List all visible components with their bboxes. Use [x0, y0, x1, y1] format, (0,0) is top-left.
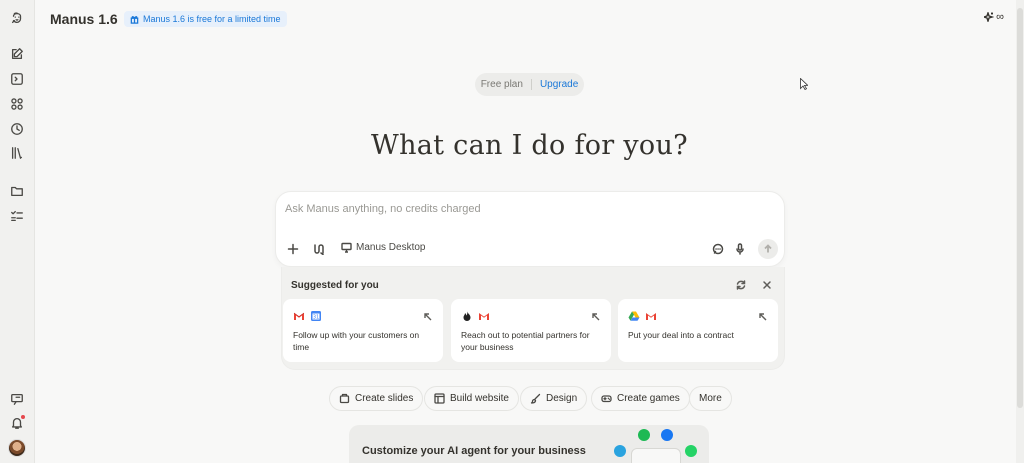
design-label: Design — [546, 393, 578, 404]
slides-icon — [339, 393, 350, 404]
plus-icon — [287, 243, 299, 255]
telegram-icon — [614, 445, 626, 457]
suggestion-card[interactable]: 31 Follow up with your customers on time — [283, 299, 443, 362]
create-slides-label: Create slides — [355, 393, 414, 404]
suggestions-panel: Suggested for you 31 Follow up with your… — [281, 267, 785, 370]
avatar[interactable] — [8, 439, 26, 457]
refresh-icon — [736, 280, 746, 290]
arrow-up-left-icon — [423, 309, 433, 321]
refresh-button[interactable] — [735, 279, 747, 291]
spotify-icon — [638, 429, 650, 441]
manus-desktop-label: Manus Desktop — [356, 242, 426, 253]
plan-pill: Free plan Upgrade — [475, 73, 584, 96]
customize-agent-card[interactable]: Customize your AI agent for your busines… — [349, 425, 709, 463]
composer: Manus Desktop — [275, 191, 785, 267]
send-button[interactable] — [758, 239, 778, 259]
suggestion-text: Follow up with your customers on time — [293, 330, 420, 352]
calendar-icon: 31 — [310, 309, 322, 321]
credits-label: ∞ — [996, 11, 1004, 23]
plan-label: Free plan — [480, 79, 523, 90]
voice-chat-button[interactable] — [712, 243, 724, 255]
gmail-icon — [293, 309, 305, 321]
drive-icon — [628, 309, 640, 321]
gamepad-icon — [601, 395, 612, 403]
whatsapp-icon — [685, 445, 697, 457]
new-task-icon[interactable] — [9, 46, 25, 62]
scrollbar-thumb[interactable] — [1017, 8, 1023, 408]
chat-window-preview — [631, 448, 681, 463]
more-label: More — [699, 393, 722, 404]
website-icon — [434, 393, 445, 404]
upgrade-link[interactable]: Upgrade — [540, 79, 578, 90]
model-name: Manus 1.6 — [50, 11, 118, 27]
notification-dot — [21, 415, 25, 419]
scrollbar[interactable] — [1016, 0, 1024, 463]
flame-icon — [461, 309, 473, 321]
suggestion-card[interactable]: Reach out to potential partners for your… — [451, 299, 611, 362]
suggestions-title: Suggested for you — [291, 280, 379, 291]
arrow-up-icon — [764, 244, 772, 253]
chat-bubble-icon — [712, 243, 724, 255]
divider — [530, 79, 532, 90]
microphone-button[interactable] — [734, 243, 746, 255]
page-title: What can I do for you? — [371, 130, 688, 161]
sparkle-icon — [984, 12, 995, 22]
more-button[interactable]: More — [689, 386, 732, 411]
mouse-cursor-icon — [800, 78, 808, 90]
messenger-icon — [661, 429, 673, 441]
tasks-icon[interactable] — [9, 208, 25, 224]
gmail-icon — [478, 309, 490, 321]
customize-agent-text: Customize your AI agent for your busines… — [362, 445, 586, 457]
suggestion-text: Put your deal into a contract — [628, 330, 734, 340]
create-games-button[interactable]: Create games — [591, 386, 690, 411]
prompt-input[interactable] — [285, 200, 765, 218]
bell-icon[interactable] — [9, 415, 25, 431]
connectors-icon — [314, 244, 324, 255]
brush-icon — [530, 393, 541, 404]
design-button[interactable]: Design — [520, 386, 588, 411]
credits-button[interactable]: ∞ — [984, 11, 1004, 23]
suggestion-text: Reach out to potential partners for your… — [461, 330, 590, 352]
add-button[interactable] — [287, 243, 299, 255]
create-games-label: Create games — [617, 393, 680, 404]
close-icon — [763, 281, 771, 289]
gift-icon — [130, 15, 139, 24]
close-suggestions-button[interactable] — [761, 279, 773, 291]
microphone-icon — [736, 243, 744, 255]
svg-text:31: 31 — [313, 315, 319, 321]
apps-icon[interactable] — [9, 96, 25, 112]
create-slides-button[interactable]: Create slides — [329, 386, 424, 411]
feedback-icon[interactable] — [9, 391, 25, 407]
gmail-icon — [645, 309, 657, 321]
model-picker[interactable]: Manus 1.6 — [50, 10, 133, 28]
logo-icon[interactable] — [9, 10, 25, 26]
arrow-up-left-icon — [591, 309, 601, 321]
manus-desktop-button[interactable]: Manus Desktop — [341, 242, 425, 253]
monitor-icon — [341, 242, 352, 253]
build-website-button[interactable]: Build website — [424, 386, 519, 411]
suggestion-card[interactable]: Put your deal into a contract — [618, 299, 778, 362]
folder-icon[interactable] — [9, 183, 25, 199]
sidebar — [0, 0, 35, 463]
promo-badge-text: Manus 1.6 is free for a limited time — [143, 14, 281, 24]
connectors-button[interactable] — [313, 243, 325, 255]
promo-badge[interactable]: Manus 1.6 is free for a limited time — [124, 11, 287, 27]
arrow-up-left-icon — [758, 309, 768, 321]
build-website-label: Build website — [450, 393, 509, 404]
sidebar-toggle-icon[interactable] — [9, 71, 25, 87]
